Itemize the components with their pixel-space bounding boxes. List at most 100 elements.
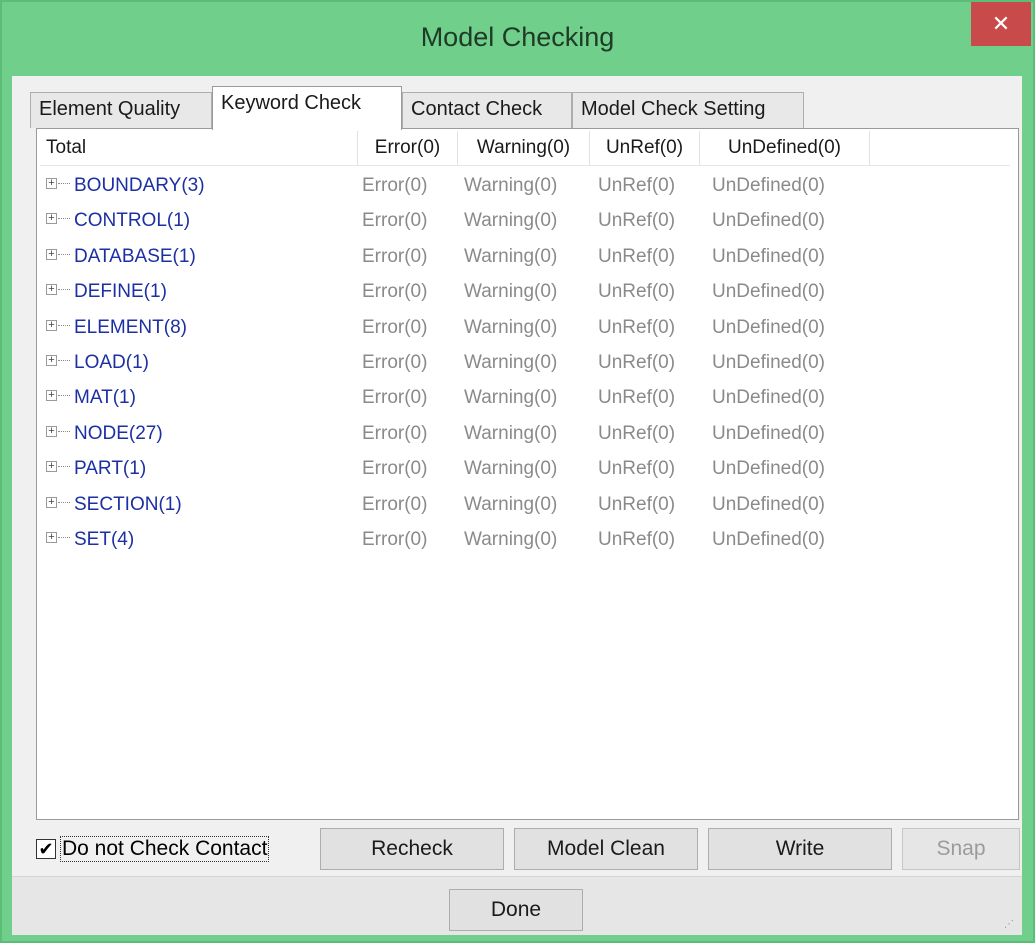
tree-row[interactable]: + LOAD(1) Error(0) Warning(0) UnRef(0) UnDefi… — [40, 346, 1010, 382]
row-undefined-count: UnDefined(0) — [712, 245, 825, 267]
tree-connector — [58, 395, 70, 397]
keyword-name[interactable]: DEFINE(1) — [74, 281, 167, 303]
keyword-name[interactable]: DATABASE(1) — [74, 246, 196, 268]
column-header-total[interactable]: Total — [40, 131, 358, 165]
row-warning-count: Warning(0) — [464, 281, 558, 303]
do-not-check-contact-option[interactable]: ✔ Do not Check Contact — [36, 834, 270, 864]
tree-row[interactable]: + NODE(27) Error(0) Warning(0) UnRef(0) UnDef… — [40, 417, 1010, 453]
tree-connector — [58, 289, 70, 291]
row-undefined-count: UnDefined(0) — [712, 458, 825, 480]
row-undefined-count: UnDefined(0) — [712, 175, 825, 196]
keyword-name[interactable]: BOUNDARY(3) — [74, 175, 205, 197]
expand-plus-icon[interactable]: + — [46, 496, 57, 508]
column-header-unref[interactable]: UnRef(0) — [590, 131, 700, 165]
action-bar: ✔ Do not Check Contact Recheck Model Cle… — [36, 828, 1021, 870]
model-clean-button[interactable]: Model Clean — [514, 828, 698, 870]
keyword-name[interactable]: MAT(1) — [74, 387, 136, 409]
row-error-count: Error(0) — [362, 458, 428, 480]
keyword-name[interactable]: ELEMENT(8) — [74, 317, 187, 339]
row-warning-count: Warning(0) — [464, 529, 558, 550]
keyword-name[interactable]: LOAD(1) — [74, 352, 149, 374]
row-unref-count: UnRef(0) — [598, 422, 676, 444]
row-unref-count: UnRef(0) — [598, 387, 676, 409]
close-button[interactable]: ✕ — [971, 2, 1031, 46]
row-unref-count: UnRef(0) — [598, 316, 676, 338]
row-error-count: Error(0) — [362, 352, 428, 373]
row-error-count: Error(0) — [362, 422, 428, 444]
row-undefined-count: UnDefined(0) — [712, 529, 825, 550]
snap-button[interactable]: Snap — [902, 828, 1020, 870]
tree-row[interactable]: + SECTION(1) Error(0) Warning(0) UnRef(0) UnD… — [40, 488, 1010, 524]
title-bar[interactable]: Model Checking ✕ — [2, 2, 1033, 76]
tree-connector — [58, 360, 70, 361]
row-warning-count: Warning(0) — [464, 210, 558, 232]
model-checking-window: Model Checking ✕ Element Quality Keyword… — [0, 0, 1035, 943]
tree-connector — [58, 537, 70, 538]
keyword-name[interactable]: PART(1) — [74, 458, 146, 480]
tree-connector — [58, 218, 70, 220]
row-error-count: Error(0) — [362, 316, 428, 338]
resize-grip-icon[interactable]: ⋰ — [1004, 919, 1016, 931]
keyword-name[interactable]: SET(4) — [74, 529, 134, 551]
recheck-button[interactable]: Recheck — [320, 828, 504, 870]
expand-plus-icon[interactable]: + — [46, 390, 57, 402]
expand-plus-icon[interactable]: + — [46, 248, 57, 260]
tree-row[interactable]: + ELEMENT(8) Error(0) Warning(0) UnRef(0) UnD… — [40, 311, 1010, 347]
row-unref-count: UnRef(0) — [598, 458, 676, 480]
expand-plus-icon[interactable]: + — [46, 213, 57, 225]
do-not-check-contact-label: Do not Check Contact — [60, 836, 270, 862]
tab-contact-check[interactable]: Contact Check — [402, 92, 572, 128]
column-header-error[interactable]: Error(0) — [358, 131, 458, 165]
row-unref-count: UnRef(0) — [598, 529, 676, 550]
tree-row[interactable]: + PART(1) Error(0) Warning(0) UnRef(0) UnDefi… — [40, 452, 1010, 488]
row-warning-count: Warning(0) — [464, 458, 558, 480]
keyword-name[interactable]: CONTROL(1) — [74, 210, 190, 232]
row-warning-count: Warning(0) — [464, 387, 558, 409]
column-header-undefined[interactable]: UnDefined(0) — [700, 131, 870, 165]
write-button[interactable]: Write — [708, 828, 892, 870]
expand-plus-icon[interactable]: + — [46, 425, 57, 437]
keyword-name[interactable]: SECTION(1) — [74, 494, 182, 516]
tab-model-check-setting[interactable]: Model Check Setting — [572, 92, 804, 128]
row-error-count: Error(0) — [362, 175, 428, 196]
column-header-warning[interactable]: Warning(0) — [458, 131, 590, 165]
expand-plus-icon[interactable]: + — [46, 284, 57, 296]
tab-keyword-check[interactable]: Keyword Check — [212, 86, 402, 130]
tree-row[interactable]: + DATABASE(1) Error(0) Warning(0) UnRef(0) Un… — [40, 240, 1010, 276]
row-warning-count: Warning(0) — [464, 316, 558, 338]
done-button[interactable]: Done — [449, 889, 583, 931]
tree-row[interactable]: + MAT(1) Error(0) Warning(0) UnRef(0) UnDefin… — [40, 381, 1010, 417]
tree-row[interactable]: + DEFINE(1) Error(0) Warning(0) UnRef(0) UnDe… — [40, 275, 1010, 311]
expand-plus-icon[interactable]: + — [46, 178, 57, 189]
tree-row[interactable]: + SET(4) Error(0) Warning(0) UnRef(0) UnDefin… — [40, 523, 1010, 559]
tree-connector — [58, 501, 70, 503]
row-undefined-count: UnDefined(0) — [712, 493, 825, 515]
tree-row[interactable]: + CONTROL(1) Error(0) Warning(0) UnRef(0) UnD… — [40, 204, 1010, 240]
keyword-tree-list[interactable]: Total Error(0) Warning(0) UnRef(0) UnDef… — [36, 128, 1019, 820]
keyword-name[interactable]: NODE(27) — [74, 423, 163, 445]
row-error-count: Error(0) — [362, 210, 428, 232]
row-undefined-count: UnDefined(0) — [712, 352, 825, 373]
expand-plus-icon[interactable]: + — [46, 319, 57, 331]
expand-plus-icon[interactable]: + — [46, 355, 57, 366]
row-unref-count: UnRef(0) — [598, 210, 676, 232]
row-warning-count: Warning(0) — [464, 422, 558, 444]
do-not-check-contact-checkbox[interactable]: ✔ — [36, 839, 56, 859]
row-error-count: Error(0) — [362, 245, 428, 267]
row-unref-count: UnRef(0) — [598, 352, 676, 373]
expand-plus-icon[interactable]: + — [46, 461, 57, 473]
row-warning-count: Warning(0) — [464, 175, 558, 196]
row-warning-count: Warning(0) — [464, 245, 558, 267]
column-header-row: Total Error(0) Warning(0) UnRef(0) UnDef… — [40, 131, 1010, 166]
tree-connector — [58, 430, 70, 432]
row-error-count: Error(0) — [362, 281, 428, 303]
tab-element-quality[interactable]: Element Quality — [30, 92, 212, 128]
row-unref-count: UnRef(0) — [598, 281, 676, 303]
tree-connector — [58, 183, 70, 184]
expand-plus-icon[interactable]: + — [46, 532, 57, 543]
tree-row[interactable]: + BOUNDARY(3) Error(0) Warning(0) UnRef(0) Un… — [40, 169, 1010, 205]
row-unref-count: UnRef(0) — [598, 245, 676, 267]
window-title: Model Checking — [420, 22, 615, 52]
dialog-client-area: Element Quality Keyword Check Contact Ch… — [12, 76, 1022, 935]
row-undefined-count: UnDefined(0) — [712, 316, 825, 338]
